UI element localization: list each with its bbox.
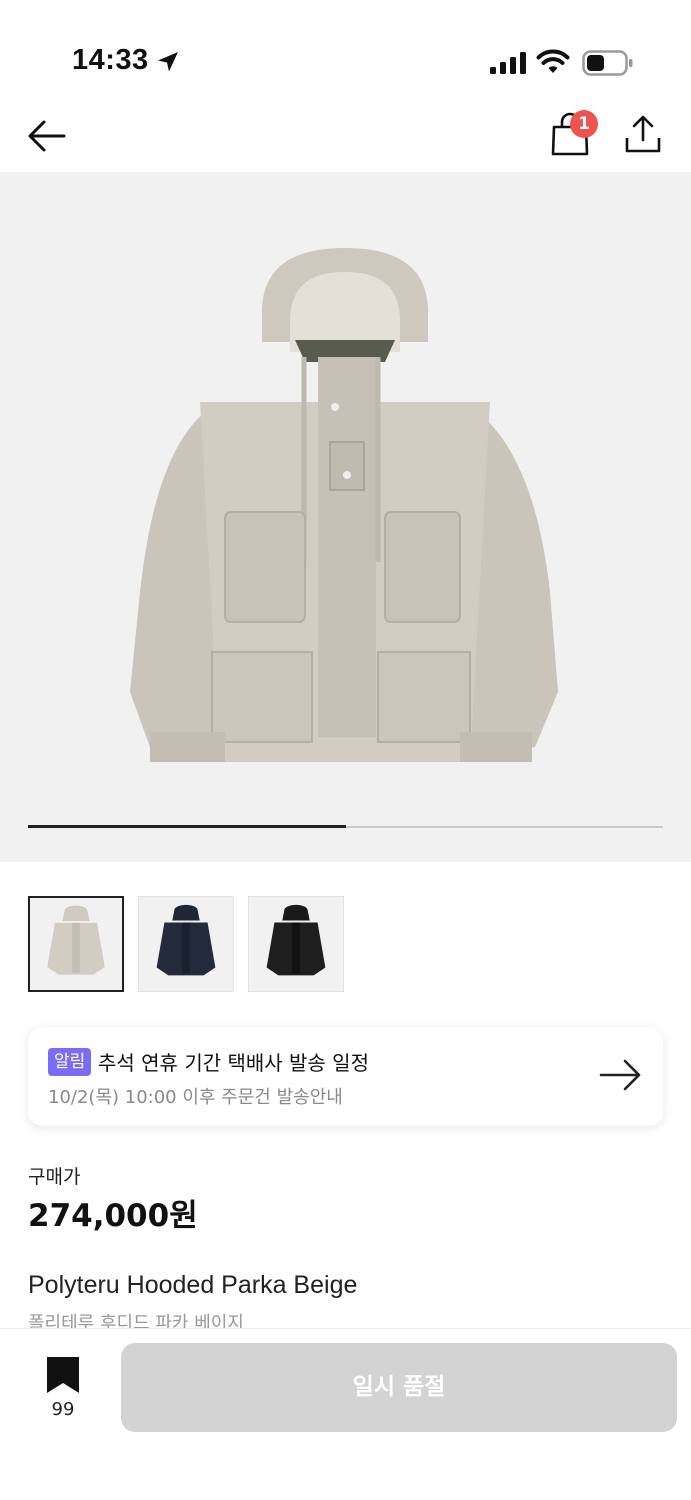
bookmark-icon xyxy=(47,1357,79,1393)
notice-title: 추석 연휴 기간 택배사 발송 일정 xyxy=(98,1051,369,1075)
wifi-icon xyxy=(536,49,570,73)
product-detail-page: 14:33 1 알림 추석 연휴 기간 택배사 발송 일정 10/2(목) 10… xyxy=(0,0,691,1500)
product-name: Polyteru Hooded Parka Beige xyxy=(28,1271,358,1299)
jacket-thumbnail-image xyxy=(156,904,216,976)
share-upload-icon xyxy=(625,115,661,153)
sold-out-button[interactable]: 일시 품절 xyxy=(121,1343,677,1432)
thumbnail-beige[interactable] xyxy=(28,896,124,992)
thumbnail-black[interactable] xyxy=(248,896,344,992)
shipping-notice-card[interactable]: 알림 추석 연휴 기간 택배사 발송 일정 10/2(목) 10:00 이후 주… xyxy=(28,1027,663,1126)
thumbnail-navy[interactable] xyxy=(138,896,234,992)
jacket-thumbnail-image xyxy=(47,905,105,975)
bookmark-button[interactable]: 99 xyxy=(40,1355,86,1425)
battery-icon xyxy=(582,50,633,76)
back-button[interactable] xyxy=(24,114,72,158)
price-value: 274,000원 xyxy=(28,1198,198,1234)
notice-tag: 알림 xyxy=(48,1048,92,1076)
jacket-thumbnail-image xyxy=(266,904,326,976)
carousel-progress-track xyxy=(28,825,663,828)
bookmark-count: 99 xyxy=(51,1399,75,1420)
status-bar: 14:33 xyxy=(0,0,691,100)
bottom-action-bar: 99 일시 품절 xyxy=(0,1328,691,1500)
cellular-signal-icon xyxy=(490,52,526,74)
status-time: 14:33 xyxy=(72,44,149,76)
back-arrow-icon xyxy=(28,120,66,152)
product-image-carousel[interactable] xyxy=(0,172,691,862)
cart-count-badge: 1 xyxy=(570,110,598,138)
price-label: 구매가 xyxy=(28,1166,81,1188)
carousel-progress-fill xyxy=(28,825,346,828)
parka-illustration xyxy=(130,248,558,794)
notice-subtitle: 10/2(목) 10:00 이후 주문건 발송안내 xyxy=(48,1087,343,1108)
share-button[interactable] xyxy=(620,112,666,158)
arrow-right-icon xyxy=(599,1059,641,1091)
location-arrow-icon xyxy=(158,52,178,72)
product-photo xyxy=(130,248,558,794)
